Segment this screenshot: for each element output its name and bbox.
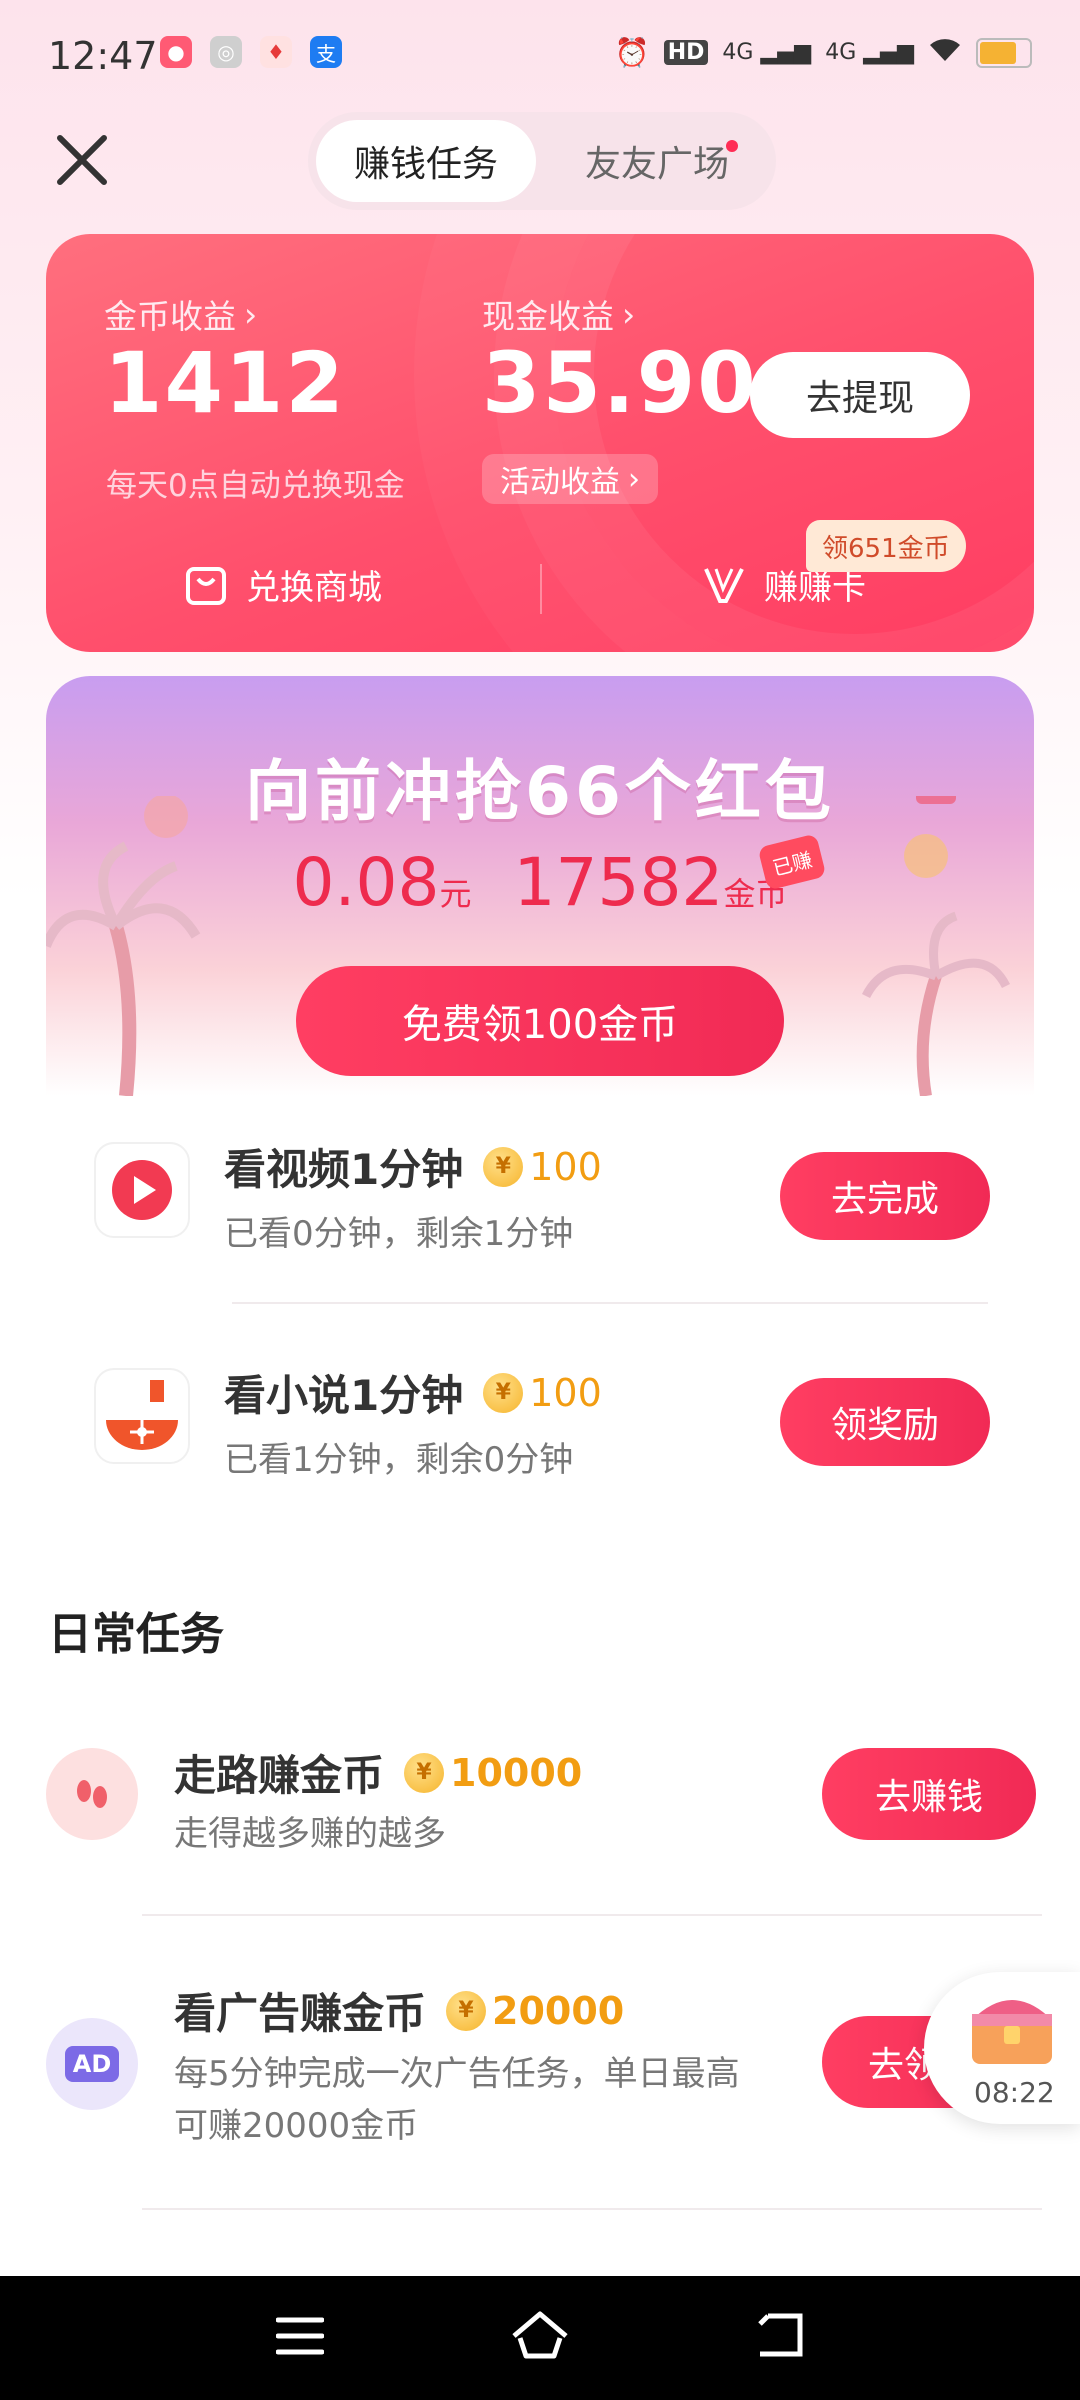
earnings-card: 金币收益 › 1412 每天0点自动兑换现金 现金收益 › 35.90 去提现 活动… bbox=[46, 234, 1034, 652]
notification-dot bbox=[726, 140, 738, 152]
cash-amount: 0.08 bbox=[292, 844, 440, 921]
status-time: 12:47 bbox=[48, 34, 158, 78]
coin-icon: ¥ bbox=[404, 1752, 445, 1793]
coin-earnings-link[interactable]: 金币收益 › bbox=[104, 290, 257, 338]
top-tabs: 赚钱任务 友友广场 bbox=[308, 112, 776, 210]
battery-icon bbox=[976, 37, 1032, 68]
home-icon[interactable] bbox=[510, 2308, 570, 2362]
menu-icon[interactable] bbox=[276, 2314, 324, 2358]
chevron-right-icon: › bbox=[622, 294, 636, 334]
cash-earnings-link[interactable]: 现金收益 › bbox=[482, 290, 635, 338]
map-pin-icon: ♦ bbox=[260, 36, 292, 68]
earn-money-button[interactable]: 去赚钱 bbox=[822, 1748, 1036, 1840]
tab-friends-square[interactable]: 友友广场 bbox=[546, 120, 768, 202]
red-packet-title: 向前冲抢66个红包 bbox=[245, 753, 835, 830]
divider bbox=[142, 1914, 1042, 1916]
app-notification-icon: ● bbox=[160, 36, 192, 68]
red-packet-amounts: 0.08元 17582金币 bbox=[292, 844, 788, 921]
daily-tasks-heading: 日常任务 bbox=[48, 1609, 224, 1660]
divider bbox=[142, 2208, 1042, 2210]
daily-task-title: 走路赚金币 ¥ 10000 bbox=[174, 1750, 583, 1801]
footprints-icon bbox=[46, 1748, 138, 1840]
close-button[interactable] bbox=[50, 128, 114, 192]
alarm-icon: ⏰ bbox=[614, 36, 650, 69]
complete-task-button[interactable]: 去完成 bbox=[780, 1152, 990, 1240]
task-row: 看小说1分钟 ¥ 100 已看1分钟，剩余0分钟 领奖励 bbox=[46, 1322, 1034, 1512]
coin-icon: ¥ bbox=[483, 1372, 524, 1413]
wechat-icon: ◎ bbox=[210, 36, 242, 68]
treasure-chest-icon bbox=[972, 2000, 1052, 2064]
chevron-right-icon: › bbox=[244, 294, 258, 334]
video-app-icon bbox=[94, 1142, 190, 1238]
coin-exchange-note: 每天0点自动兑换现金 bbox=[106, 468, 405, 504]
task-title: 看视频1分钟 ¥ 100 bbox=[224, 1144, 602, 1195]
back-icon[interactable] bbox=[754, 2310, 804, 2360]
daily-task-desc: 走得越多赚的越多 bbox=[174, 1814, 446, 1854]
coin-amount: 17582 bbox=[513, 844, 724, 921]
v-card-icon bbox=[704, 567, 744, 603]
4g-signal-icon: 4G ▂▄▆ bbox=[825, 40, 914, 65]
tab-earn-tasks[interactable]: 赚钱任务 bbox=[316, 120, 536, 202]
task-progress: 已看0分钟，剩余1分钟 bbox=[224, 1214, 574, 1254]
divider bbox=[540, 564, 542, 614]
coin-icon: ¥ bbox=[446, 1990, 487, 2031]
claim-reward-button[interactable]: 领奖励 bbox=[780, 1378, 990, 1466]
shopping-bag-icon bbox=[186, 566, 226, 605]
withdraw-button[interactable]: 去提现 bbox=[750, 352, 970, 438]
daily-task-desc: 每5分钟完成一次广告任务，单日最高 可赚20000金币 bbox=[174, 2054, 740, 2146]
coin-earnings-value: 1412 bbox=[104, 334, 346, 432]
coin-icon: ¥ bbox=[483, 1146, 524, 1187]
system-nav-bar bbox=[0, 2276, 1080, 2400]
chest-timer: 08:22 bbox=[974, 2076, 1055, 2109]
red-packet-card: 向前冲抢66个红包 0.08元 17582金币 已赚 免费领100金币 看视频1… bbox=[46, 676, 1034, 1536]
wifi-icon bbox=[928, 37, 962, 69]
ad-icon: AD bbox=[46, 2018, 138, 2110]
cash-earnings-value: 35.90 bbox=[482, 334, 758, 432]
daily-task-title: 看广告赚金币 ¥ 20000 bbox=[174, 1988, 625, 2039]
free-coins-button[interactable]: 免费领100金币 bbox=[296, 966, 784, 1076]
activity-earnings-link[interactable]: 活动收益 › bbox=[482, 454, 658, 504]
novel-app-icon bbox=[94, 1368, 190, 1464]
card-coin-badge: 领651金币 bbox=[806, 520, 966, 572]
divider bbox=[232, 1302, 988, 1304]
hd-icon: HD bbox=[663, 40, 709, 65]
task-title: 看小说1分钟 ¥ 100 bbox=[224, 1370, 602, 1421]
close-icon bbox=[57, 135, 107, 185]
task-row: 看视频1分钟 ¥ 100 已看0分钟，剩余1分钟 去完成 bbox=[46, 1096, 1034, 1286]
4g-signal-icon: 4G ▂▄▆ bbox=[722, 40, 812, 65]
status-indicators: ⏰ HD 4G ▂▄▆ 4G ▂▄▆ bbox=[615, 36, 1032, 69]
notification-icons: ● ◎ ♦ 支 bbox=[160, 36, 342, 68]
daily-task-row: 走路赚金币 ¥ 10000 走得越多赚的越多 去赚钱 bbox=[0, 1720, 1080, 1910]
treasure-chest-widget[interactable]: 08:22 bbox=[924, 1972, 1080, 2124]
exchange-shop-link[interactable]: 兑换商城 bbox=[184, 560, 382, 609]
daily-task-row: AD 看广告赚金币 ¥ 20000 每5分钟完成一次广告任务，单日最高 可赚20… bbox=[0, 1960, 1080, 2180]
alipay-icon: 支 bbox=[310, 36, 342, 68]
task-progress: 已看1分钟，剩余0分钟 bbox=[224, 1440, 574, 1480]
chevron-right-icon: › bbox=[628, 461, 640, 497]
